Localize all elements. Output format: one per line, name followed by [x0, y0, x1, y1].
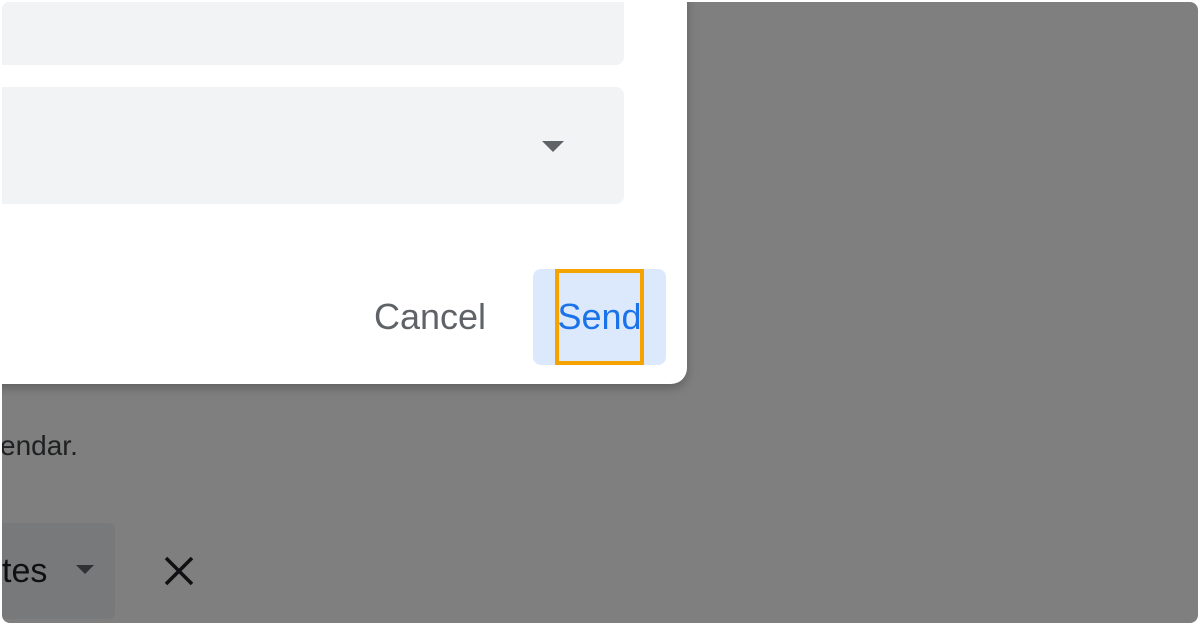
app-frame: endar. tes Cancel Send	[2, 2, 1198, 623]
cancel-button[interactable]: Cancel	[355, 269, 505, 365]
chevron-down-icon	[542, 141, 564, 152]
share-dialog: Cancel Send	[2, 2, 687, 384]
permission-select[interactable]	[2, 87, 624, 204]
send-button[interactable]: Send	[533, 269, 666, 365]
text-field[interactable]	[2, 2, 624, 65]
